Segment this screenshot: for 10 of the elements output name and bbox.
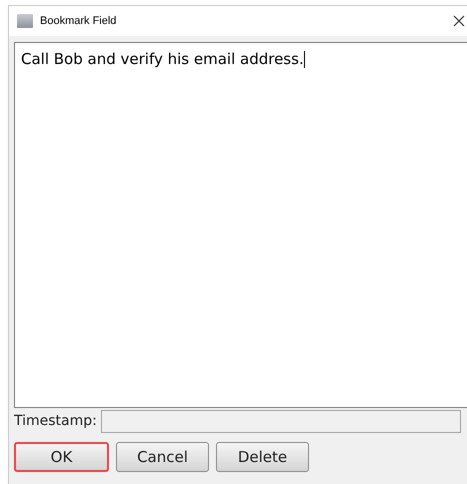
close-icon [453, 15, 465, 27]
timestamp-label: Timestamp: [14, 412, 97, 431]
dialog-button[interactable]: Delete [216, 442, 309, 472]
window-title: Bookmark Field [40, 14, 116, 29]
window-icon [17, 14, 33, 28]
text-area[interactable]: Call Bob and verify his email address. [14, 42, 467, 408]
close-button[interactable] [452, 13, 466, 29]
dialog-button[interactable]: OK [14, 442, 109, 472]
dialog-button[interactable]: Cancel [116, 442, 209, 472]
timestamp-field[interactable] [100, 410, 461, 433]
